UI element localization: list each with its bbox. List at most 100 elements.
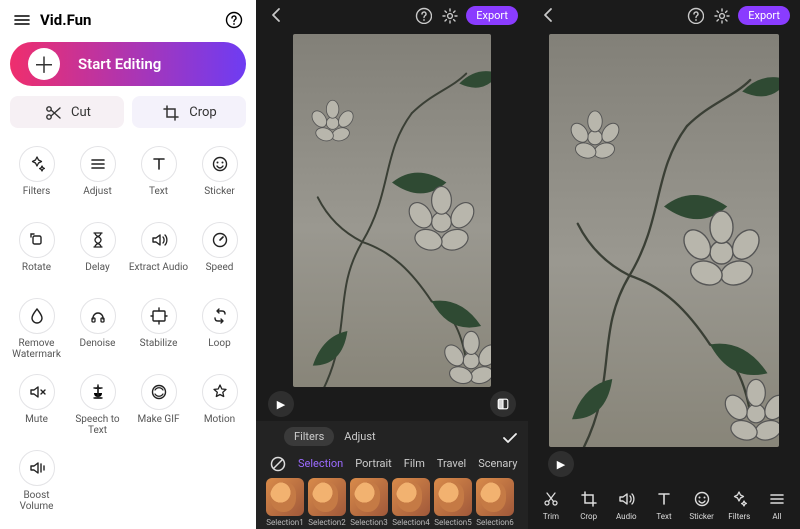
compare-button[interactable] [490,391,516,417]
tool-label: Speech toText [75,414,119,436]
crop-icon [161,103,179,121]
back-icon[interactable] [266,5,286,25]
extract-audio-icon [141,222,177,258]
tool-label: Make GIF [138,414,180,436]
cut-label: Cut [71,105,91,120]
bottom-tool-sticker[interactable]: Sticker [685,489,719,521]
bottom-tool-label: All [772,512,781,521]
cut-button[interactable]: Cut [10,96,124,128]
bottom-tool-trim[interactable]: Trim [534,489,568,521]
tool-rotate[interactable]: Rotate [6,218,67,288]
bottom-tool-all[interactable]: All [760,489,794,521]
denoise-icon [80,298,116,334]
confirm-icon[interactable] [500,428,518,446]
tool-make-gif[interactable]: Make GIF [128,370,189,440]
tool-grid: FiltersAdjust Text Sticker Rotate Delay Extra… [0,142,256,516]
filter-thumb[interactable]: Selection3 [350,478,388,527]
tool-speed[interactable]: Speed [189,218,250,288]
sticker-icon [202,146,238,182]
thumb-label: Selection3 [350,518,387,527]
filter-thumb[interactable]: Selection5 [434,478,472,527]
filter-cat-selection[interactable]: Selection [298,457,343,470]
tool-remove-watermark[interactable]: RemoveWatermark [6,294,67,364]
export-button[interactable]: Export [738,6,790,25]
thumb-label: Selection1 [266,518,303,527]
help-icon[interactable] [686,6,704,24]
tool-label: Extract Audio [129,262,188,284]
tool-label: Text [149,186,168,208]
crop-button[interactable]: Crop [132,96,246,128]
tool-stabilize[interactable]: Stabilize [128,294,189,364]
tool-extract-audio[interactable]: Extract Audio [128,218,189,288]
sidebar: Vid.Fun ＋ Start Editing Cut Crop Filters… [0,0,256,529]
menu-icon[interactable] [12,10,32,30]
bottom-tool-audio[interactable]: Audio [609,489,643,521]
tool-label: Rotate [22,262,51,284]
filter-cat-scenary[interactable]: Scenary [478,457,517,470]
bottom-tool-crop[interactable]: Crop [572,489,606,521]
filter-cat-film[interactable]: Film [404,457,425,470]
all-icon [767,489,787,509]
tool-label: Delay [85,262,109,284]
bottom-tool-text[interactable]: Text [647,489,681,521]
plus-icon: ＋ [28,48,60,80]
speed-icon [202,222,238,258]
filter-cat-portrait[interactable]: Portrait [355,457,392,470]
crop-icon [579,489,599,509]
tool-delay[interactable]: Delay [67,218,128,288]
tool-loop[interactable]: Loop [189,294,250,364]
thumb-label: Selection4 [392,518,429,527]
sticker-icon [692,489,712,509]
tool-label: Boost Volume [6,490,67,512]
delay-icon [80,222,116,258]
start-editing-button[interactable]: ＋ Start Editing [10,42,246,86]
tool-label: Denoise [80,338,116,360]
no-filter-icon[interactable] [268,454,286,472]
thumb-label: Selection6 [476,518,513,527]
tool-mute[interactable]: Mute [6,370,67,440]
filter-thumb[interactable]: Selection2 [308,478,346,527]
remove-watermark-icon [19,298,55,334]
tool-denoise[interactable]: Denoise [67,294,128,364]
play-button[interactable]: ▶ [548,451,574,477]
help-icon[interactable] [414,6,432,24]
help-icon[interactable] [224,10,244,30]
adjust-tab[interactable]: Adjust [334,427,385,446]
text-icon [141,146,177,182]
tool-text[interactable]: Text [128,142,189,212]
thumb-image [308,478,346,516]
video-preview [549,34,779,447]
tool-speech-to-text[interactable]: Speech toText [67,370,128,440]
tool-motion[interactable]: Motion [189,370,250,440]
make-gif-icon [141,374,177,410]
thumb-image [350,478,388,516]
rotate-icon [19,222,55,258]
settings-icon[interactable] [712,6,730,24]
editor-pane-main: Export ▶ Trim Crop Audio Text StickerFilters… [528,0,800,529]
back-icon[interactable] [538,5,558,25]
bottom-tool-label: Audio [616,512,637,521]
bottom-tool-filters[interactable]: Filters [722,489,756,521]
bottom-tool-label: Crop [580,512,597,521]
settings-icon[interactable] [440,6,458,24]
filters-tab[interactable]: Filters [284,427,334,446]
filter-cat-travel[interactable]: Travel [437,457,466,470]
filter-thumb[interactable]: Selection1 [266,478,304,527]
play-button[interactable]: ▶ [268,391,294,417]
filter-thumb[interactable]: Selection4 [392,478,430,527]
export-button[interactable]: Export [466,6,518,25]
tool-filters[interactable]: Filters [6,142,67,212]
tool-label: Speed [206,262,234,284]
stabilize-icon [141,298,177,334]
adjust-icon [80,146,116,182]
thumb-image [476,478,514,516]
bottom-tool-label: Trim [543,512,559,521]
tool-adjust[interactable]: Adjust [67,142,128,212]
mute-icon [19,374,55,410]
boost-volume-icon [19,450,55,486]
filter-thumb[interactable]: Selection6 [476,478,514,527]
bottom-tool-label: Text [656,512,671,521]
tool-sticker[interactable]: Sticker [189,142,250,212]
tool-boost-volume[interactable]: Boost Volume [6,446,67,516]
thumb-label: Selection5 [434,518,471,527]
